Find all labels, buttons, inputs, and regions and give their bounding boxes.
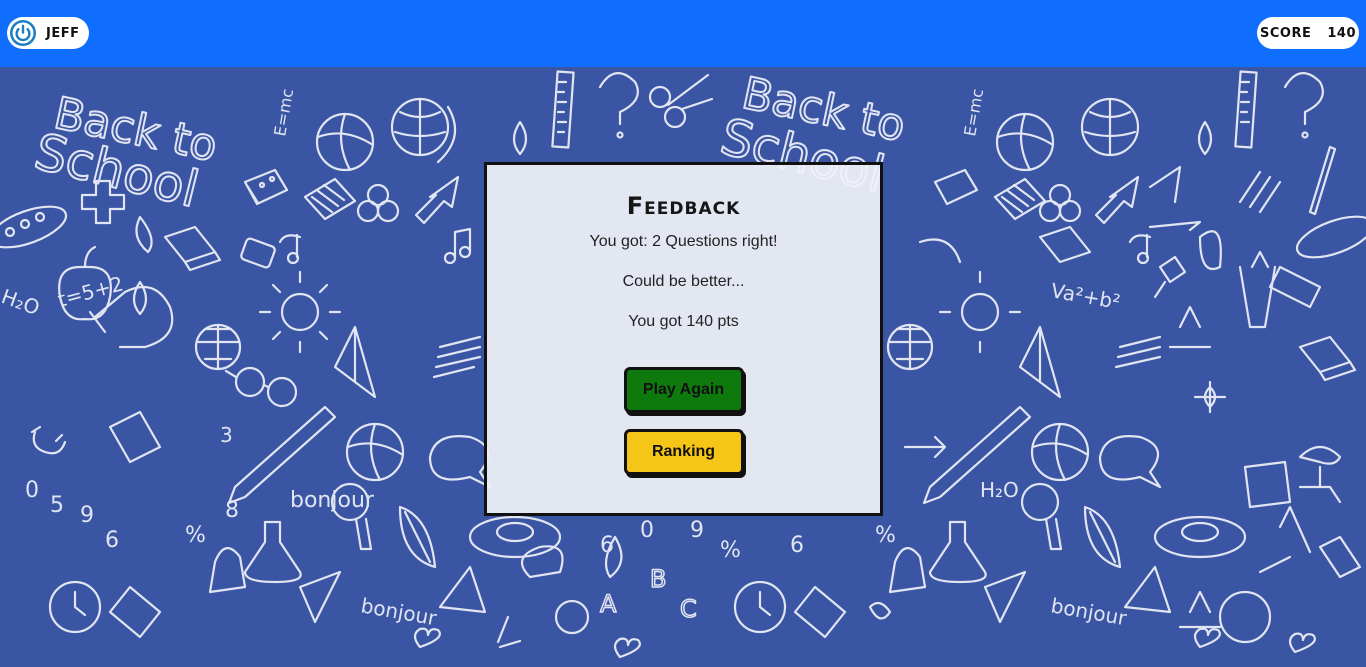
svg-text:%: % — [185, 523, 206, 548]
user-pill: Jeff — [7, 17, 89, 49]
play-again-button[interactable]: Play Again — [623, 367, 744, 413]
svg-text:9: 9 — [690, 518, 704, 543]
svg-text:3: 3 — [220, 423, 233, 447]
svg-text:B: B — [650, 565, 666, 593]
top-bar: Jeff Score 140 — [0, 0, 1366, 67]
svg-text:8: 8 — [225, 498, 239, 523]
svg-text:6: 6 — [105, 528, 119, 553]
svg-text:E=mc: E=mc — [960, 87, 987, 137]
svg-text:A: A — [600, 590, 617, 618]
svg-text:C: C — [680, 595, 697, 623]
score-value: 140 — [1327, 25, 1356, 41]
feedback-dialog: Feedback You got: 2 Questions right! Cou… — [484, 162, 883, 516]
ranking-button[interactable]: Ranking — [623, 429, 744, 475]
svg-text:bonjour: bonjour — [359, 593, 439, 630]
svg-text:0: 0 — [640, 518, 654, 543]
score-display: Score 140 — [1257, 17, 1359, 49]
svg-text:6: 6 — [600, 533, 614, 558]
remark-text: Could be better... — [622, 273, 745, 290]
points-text: You got 140 pts — [628, 313, 739, 330]
svg-text:Va²+b²: Va²+b² — [1049, 278, 1122, 314]
svg-text:5: 5 — [50, 493, 64, 518]
user-name: Jeff — [46, 25, 80, 41]
logout-button[interactable] — [9, 19, 37, 47]
doodle-text-emc: E=mc — [270, 87, 297, 137]
feedback-title: Feedback — [626, 192, 741, 220]
quiz-page: Jeff Score 140 Back to School E=mc — [0, 0, 1366, 667]
svg-text:9: 9 — [80, 503, 94, 528]
power-icon — [10, 20, 36, 46]
svg-text:%: % — [875, 523, 896, 548]
svg-text:H₂O: H₂O — [980, 478, 1019, 502]
svg-text:6: 6 — [790, 533, 804, 558]
svg-text:t=5+2: t=5+2 — [55, 271, 126, 311]
svg-text:%: % — [720, 538, 741, 563]
svg-text:0: 0 — [25, 478, 39, 503]
score-label: Score — [1260, 25, 1312, 41]
svg-text:bonjour: bonjour — [1049, 593, 1129, 630]
questions-right-text: You got: 2 Questions right! — [589, 233, 778, 250]
svg-text:H₂O: H₂O — [0, 284, 43, 320]
